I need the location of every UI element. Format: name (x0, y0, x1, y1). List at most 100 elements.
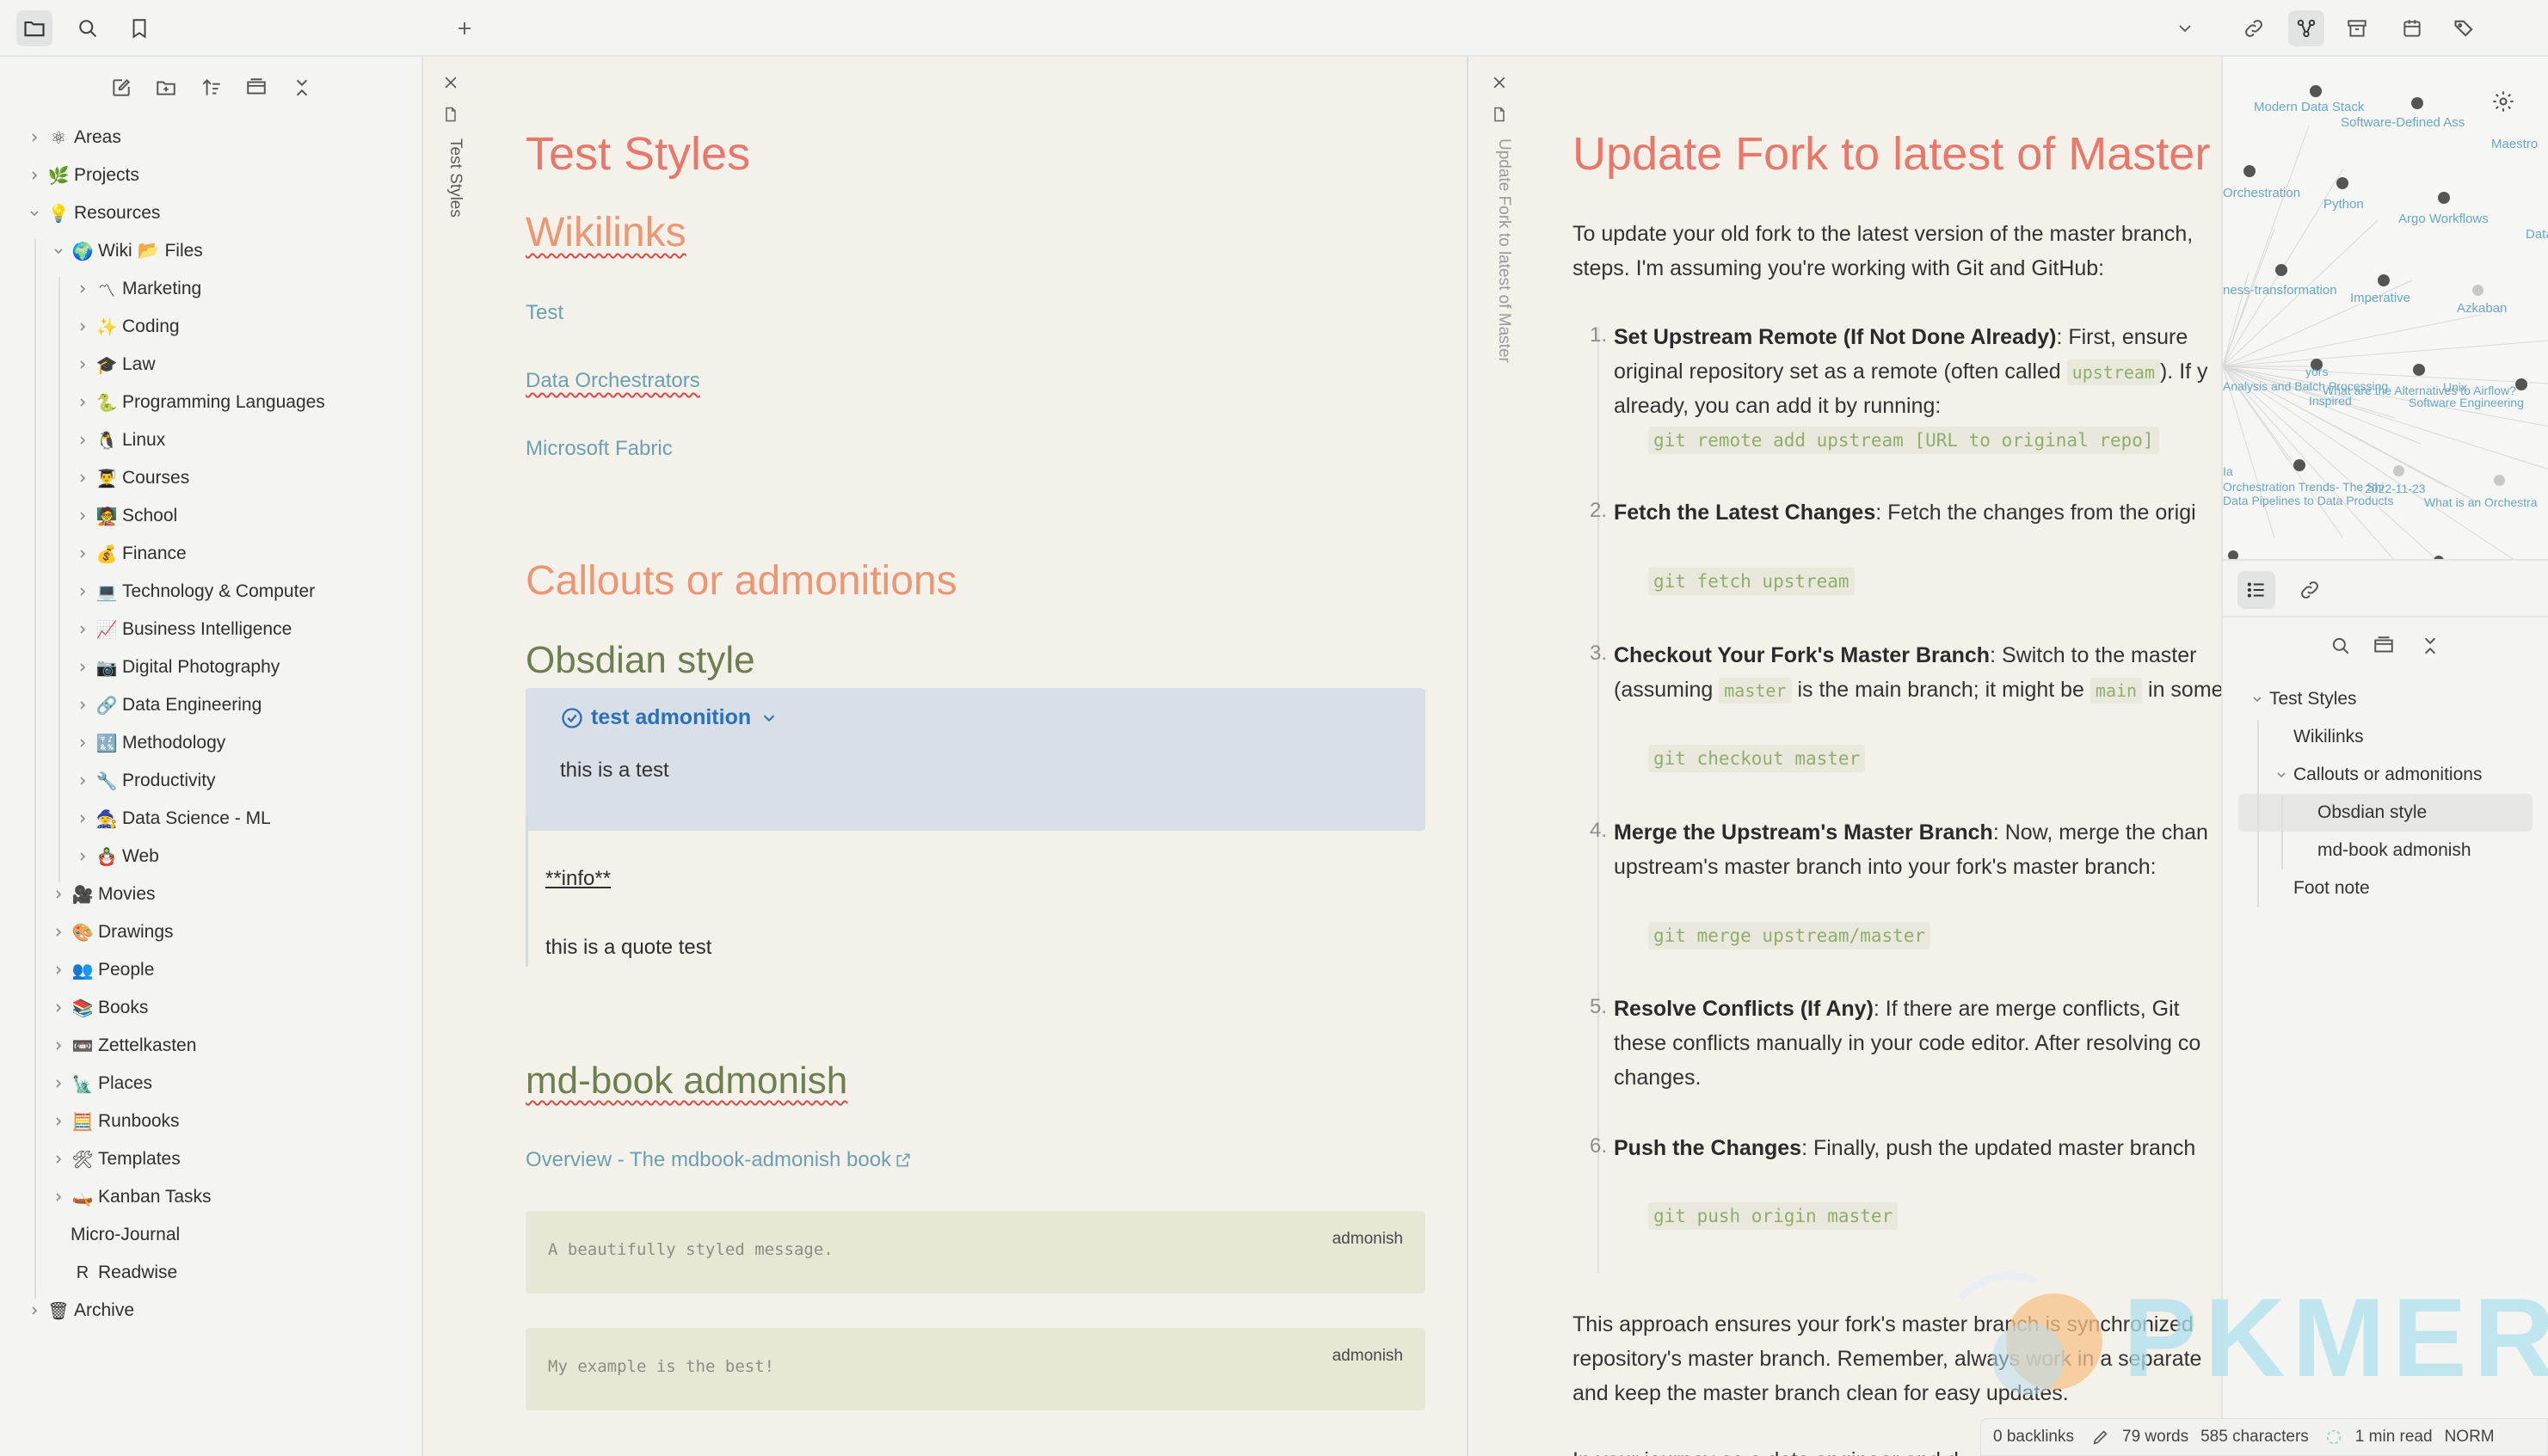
code-block[interactable]: git remote add upstream [URL to original… (1648, 427, 2159, 454)
chevron-right-icon[interactable] (46, 989, 71, 1027)
external-link-mdbook[interactable]: Overview - The mdbook-admonish book (526, 1148, 912, 1172)
collapse-all-icon[interactable] (2419, 635, 2441, 657)
tree-item-productivity[interactable]: 🔧 Productivity (71, 762, 216, 800)
chevron-right-icon[interactable] (46, 1140, 71, 1178)
outline-item-wikilinks[interactable]: Wikilinks (2269, 718, 2364, 756)
tree-item-runbooks[interactable]: 🧮 Runbooks (46, 1103, 180, 1140)
collapse-view-icon[interactable] (2373, 635, 2395, 657)
graph-node[interactable] (2411, 97, 2423, 109)
search-tab[interactable] (70, 10, 106, 46)
graph-node[interactable] (2472, 285, 2483, 296)
tree-item-resources[interactable]: 💡 Resources (22, 194, 160, 232)
backlinks-tab[interactable] (2236, 10, 2272, 46)
graph-node[interactable] (2310, 85, 2322, 97)
tree-item-wiki-files[interactable]: 🌍 Wiki 📂 Files (46, 232, 203, 270)
chevron-down-icon[interactable] (22, 194, 46, 232)
wikilink-test[interactable]: Test (526, 301, 563, 325)
tree-item-movies[interactable]: 🎥 Movies (46, 875, 156, 913)
calendar-tab[interactable] (2394, 10, 2430, 46)
chevron-right-icon[interactable] (46, 1254, 71, 1292)
tree-item-digital-photography[interactable]: 📷 Digital Photography (71, 648, 280, 686)
bookmarks-tab[interactable] (121, 10, 157, 46)
chevron-right-icon[interactable] (22, 157, 46, 194)
tree-item-web[interactable]: 🪆 Web (71, 838, 159, 875)
tree-item-courses[interactable]: 👨‍🎓 Courses (71, 459, 189, 497)
tree-item-programming-languages[interactable]: 🐍 Programming Languages (71, 384, 325, 421)
tab-list-button[interactable] (2167, 10, 2203, 46)
pane-tab-title[interactable]: Update Fork to latest of Master (1494, 138, 1513, 363)
outgoing-links-tab[interactable] (2291, 571, 2329, 609)
tree-item-data-science-ml[interactable]: 🧙 Data Science - ML (71, 800, 271, 838)
tree-item-finance[interactable]: 💰 Finance (71, 535, 187, 573)
chevron-down-icon[interactable] (2269, 768, 2293, 782)
callout-box[interactable]: test admonition this is a test (526, 688, 1425, 831)
chevron-right-icon[interactable] (71, 384, 95, 421)
chevron-right-icon[interactable] (46, 875, 71, 913)
tree-item-coding[interactable]: ✨ Coding (71, 308, 180, 346)
code-block[interactable]: git checkout master (1648, 745, 1866, 772)
chevron-right-icon[interactable] (46, 1178, 71, 1216)
chevron-right-icon[interactable] (22, 1292, 46, 1330)
chevron-right-icon[interactable] (71, 762, 95, 800)
tree-item-drawings[interactable]: 🎨 Drawings (46, 913, 174, 951)
chevron-right-icon[interactable] (46, 1027, 71, 1065)
graph-node[interactable] (2243, 165, 2256, 177)
tags-tab[interactable] (2446, 10, 2483, 46)
chevron-right-icon[interactable] (71, 270, 95, 308)
outline-item-foot-note[interactable]: Foot note (2269, 869, 2370, 907)
graph-node[interactable] (2336, 177, 2348, 189)
close-icon[interactable] (1491, 74, 1508, 91)
tree-item-methodology[interactable]: 🔣 Methodology (71, 724, 225, 762)
chevron-right-icon[interactable] (71, 686, 95, 724)
new-folder-button[interactable] (147, 69, 185, 107)
tree-item-linux[interactable]: 🐧 Linux (71, 421, 165, 459)
chevron-right-icon[interactable] (71, 535, 95, 573)
tree-item-templates[interactable]: 🛠 Templates (46, 1140, 181, 1178)
graph-node[interactable] (2228, 550, 2238, 559)
new-note-button[interactable] (102, 69, 140, 107)
tree-item-projects[interactable]: 🌿 Projects (22, 157, 139, 194)
chevron-right-icon[interactable] (71, 459, 95, 497)
sync-icon[interactable] (2324, 1428, 2343, 1447)
chevron-right-icon[interactable] (46, 913, 71, 951)
file-explorer-tab[interactable] (16, 10, 52, 46)
chevron-right-icon[interactable] (71, 611, 95, 648)
tree-item-readwise[interactable]: R Readwise (46, 1254, 177, 1292)
graph-view-tab[interactable] (2288, 10, 2324, 46)
tree-item-business-intelligence[interactable]: 📈 Business Intelligence (71, 611, 292, 648)
chevron-down-icon[interactable] (2245, 692, 2269, 706)
backlinks-count[interactable]: 0 backlinks (1993, 1428, 2074, 1447)
graph-node[interactable] (2438, 192, 2450, 204)
tree-item-areas[interactable]: ⚛ Areas (22, 119, 121, 157)
tree-item-zettelkasten[interactable]: 📼 Zettelkasten (46, 1027, 196, 1065)
tree-item-places[interactable]: 🗽 Places (46, 1065, 152, 1103)
chevron-right-icon[interactable] (71, 573, 95, 611)
chevron-down-icon[interactable] (46, 232, 71, 270)
chevron-right-icon[interactable] (71, 724, 95, 762)
code-block[interactable]: git push origin master (1648, 1202, 1899, 1230)
collapse-all-button[interactable] (283, 69, 321, 107)
graph-node[interactable] (2275, 264, 2287, 276)
tree-item-law[interactable]: 🎓 Law (71, 346, 156, 384)
archive-tab[interactable] (2339, 10, 2375, 46)
callout-header[interactable]: test admonition (560, 705, 779, 730)
search-icon[interactable] (2330, 635, 2352, 657)
graph-node[interactable] (2515, 378, 2527, 390)
gear-icon[interactable] (2491, 89, 2515, 114)
chevron-right-icon[interactable] (71, 648, 95, 686)
local-graph-view[interactable]: Modern Data Stack Software-Defined Ass M… (2223, 57, 2548, 561)
pencil-icon[interactable] (2091, 1428, 2110, 1447)
graph-node[interactable] (2434, 556, 2444, 559)
pane-tab-title[interactable]: Test Styles (446, 138, 465, 218)
sort-button[interactable] (193, 69, 231, 107)
chevron-right-icon[interactable] (71, 800, 95, 838)
chevron-right-icon[interactable] (46, 1216, 71, 1254)
close-icon[interactable] (442, 74, 459, 91)
chevron-right-icon[interactable] (71, 838, 95, 875)
tree-item-marketing[interactable]: 〽 Marketing (71, 270, 201, 308)
chevron-right-icon[interactable] (71, 497, 95, 535)
chevron-right-icon[interactable] (71, 308, 95, 346)
chevron-right-icon[interactable] (22, 119, 46, 157)
collapse-view-button[interactable] (237, 69, 275, 107)
outline-item-callouts-or-admonitions[interactable]: Callouts or admonitions (2269, 756, 2482, 794)
